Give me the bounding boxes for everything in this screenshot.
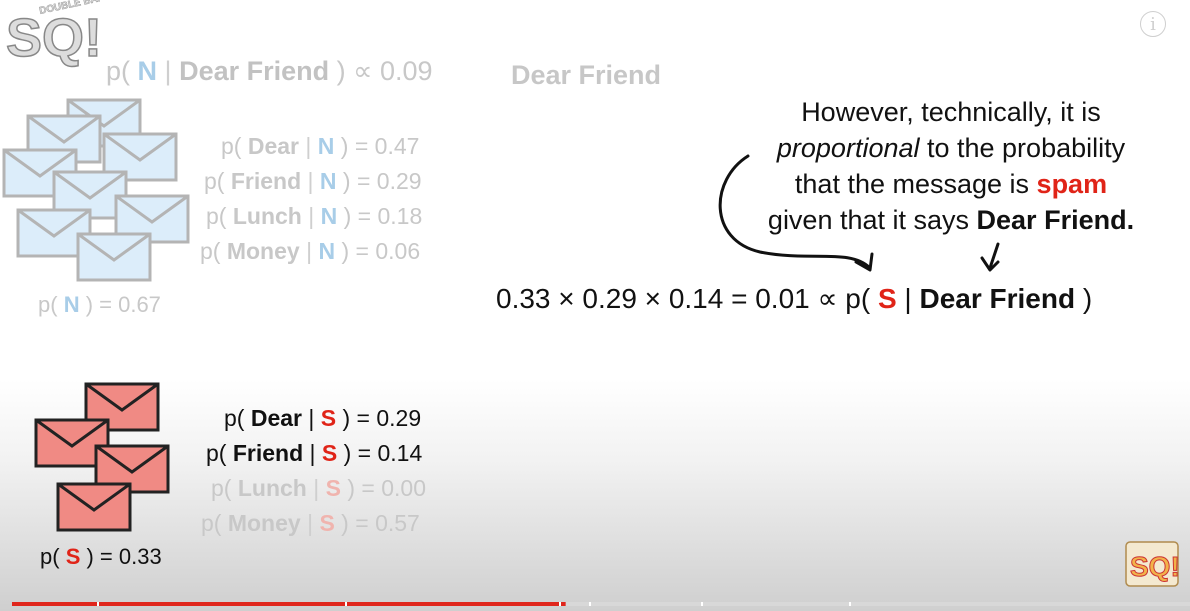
curved-arrow-shaft: [718, 154, 872, 270]
logo: SQ! DOUBLE BAM!!!: [2, 0, 100, 90]
header-prop-value: ∝ 0.09: [353, 56, 433, 86]
message-title: Dear Friend: [511, 60, 662, 90]
normal-envelope-stack: [2, 98, 190, 282]
spam-row-dear: p( Dear | S ) = 0.29: [224, 405, 422, 431]
header-equation: p( N | Dear Friend ) ∝ 0.09: [106, 56, 433, 86]
arrows: [718, 154, 1000, 272]
info-icon[interactable]: i: [1140, 11, 1166, 37]
spam-row-lunch: p( Lunch | S ) = 0.00: [211, 475, 426, 501]
main-equation: 0.33 × 0.29 × 0.14 = 0.01 ∝ p( S | Dear …: [496, 283, 1093, 314]
header-given: Dear Friend: [179, 56, 330, 86]
normal-row-lunch: p( Lunch | N ) = 0.18: [206, 203, 423, 229]
channel-logo-text: SQ!: [1130, 551, 1180, 582]
normal-row-friend: p( Friend | N ) = 0.29: [204, 168, 422, 194]
spam-envelope-stack: [34, 382, 170, 532]
normal-prior: p( N ) = 0.67: [38, 292, 161, 317]
normal-row-dear: p( Dear | N ) = 0.47: [221, 133, 420, 159]
channel-logo[interactable]: SQ!: [1124, 540, 1180, 588]
class-n-label: N: [137, 56, 158, 86]
video-progress-bar[interactable]: [12, 602, 1190, 606]
progress-played: [12, 602, 566, 606]
spam-prior: p( S ) = 0.33: [40, 544, 162, 569]
logo-text: SQ!: [6, 8, 100, 68]
spam-row-friend: p( Friend | S ) = 0.14: [206, 440, 423, 466]
spam-row-money: p( Money | S ) = 0.57: [201, 510, 420, 536]
normal-row-money: p( Money | N ) = 0.06: [200, 238, 421, 264]
